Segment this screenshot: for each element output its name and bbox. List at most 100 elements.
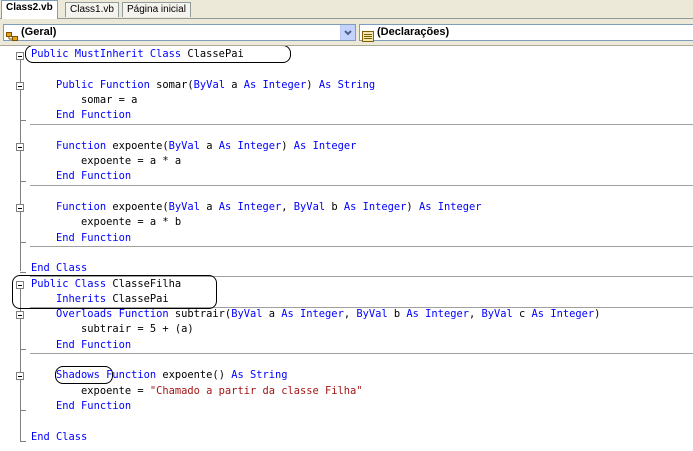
keyword-token: End Function [56,231,132,244]
tab-label: Class1.vb [70,4,114,15]
code-line[interactable]: End Class [31,430,87,445]
code-token: a [206,139,219,152]
collapse-icon[interactable] [16,372,24,380]
code-line[interactable]: Public MustInherit Class ClassePai [31,47,244,62]
code-line[interactable]: Shadows Function expoente() As String [31,368,288,383]
keyword-token: Public Class [31,277,113,290]
code-line[interactable]: Inherits ClassePai [31,292,169,307]
code-token: , [281,201,294,213]
procedure-separator [30,185,693,186]
keyword-token: ByVal [231,308,269,321]
code-token: somar = a [31,93,138,106]
procedure-separator [30,124,693,125]
code-line[interactable]: expoente = a * b [31,215,181,230]
code-token: expoente = a * b [31,216,182,229]
tab-pagina-inicial[interactable]: Página inicial [122,2,191,17]
keyword-token: ByVal [168,139,207,152]
chevron-down-icon[interactable] [340,25,355,40]
keyword-token: Function [56,201,113,213]
keyword-token: End Class [31,430,88,443]
keyword-token: Function [56,139,113,152]
class-icon [6,27,18,41]
code-line[interactable]: Function expoente(ByVal a As Integer) As… [31,139,356,154]
code-line[interactable]: End Function [31,399,131,414]
code-token: ) [306,78,319,91]
code-token: ClassePai [187,48,244,60]
keyword-token: As Integer [281,308,344,321]
code-line[interactable]: End Function [31,338,131,353]
collapse-icon[interactable] [16,204,24,212]
collapse-icon[interactable] [16,52,24,60]
outline-end-marker [20,410,26,411]
keyword-token: As Integer [218,139,282,152]
code-token: c [519,308,532,321]
collapse-icon[interactable] [16,82,24,90]
keyword-token: Shadows [56,369,107,382]
outline-end-marker [20,242,26,243]
outline-end-marker [20,272,26,273]
method-name-dropdown-label: (Declarações) [377,26,450,38]
code-token: expoente( [112,201,169,213]
keyword-token: As String [231,369,288,382]
keyword-token: End Function [56,399,132,412]
keyword-token: As Integer [218,201,282,213]
tab-class1-vb[interactable]: Class1.vb [65,2,119,17]
code-line[interactable]: somar = a [31,93,137,108]
keyword-token: As Integer [343,201,407,213]
collapse-icon[interactable] [16,143,24,151]
code-line[interactable]: expoente = "Chamado a partir da classe F… [31,384,363,399]
code-token: a [206,201,219,213]
code-token: b [331,201,344,213]
procedure-separator [30,353,693,354]
tab-label: Página inicial [127,4,186,15]
keyword-token: ByVal [168,201,207,213]
code-line[interactable]: expoente = a * a [31,154,181,169]
code-editor[interactable]: Public MustInherit Class ClassePai Publi… [0,46,693,451]
code-line[interactable]: End Class [31,261,87,276]
procedure-separator [30,246,693,247]
code-token: expoente( [112,139,169,152]
method-name-dropdown[interactable]: (Declarações) [359,24,693,42]
keyword-token: End Function [56,170,132,183]
navigation-bar: (Geral) (Declarações) [0,19,693,46]
document-tab-strip: Class2.vb Class1.vb Página inicial [0,0,693,19]
keyword-token: As Integer [243,78,307,91]
code-token: ClasseFilha [112,277,182,290]
code-line[interactable]: Overloads Function subtrair(ByVal a As I… [31,307,600,322]
outline-end-marker [20,441,26,442]
code-token: ) [281,139,294,152]
keyword-token: ByVal [356,308,394,321]
code-line[interactable]: Function expoente(ByVal a As Integer, By… [31,200,482,215]
keyword-token: Public Function [56,78,157,91]
outline-end-marker [20,120,26,121]
code-line[interactable]: subtrair = 5 + (a) [31,322,194,337]
class-name-dropdown[interactable]: (Geral) [3,24,356,41]
outline-line [20,286,21,442]
code-token: ClassePai [112,292,169,305]
keyword-token: ByVal [481,308,520,321]
code-line[interactable]: End Function [31,108,131,123]
keyword-token: As Integer [418,201,482,213]
code-line[interactable]: End Function [31,231,131,246]
tab-class2-vb[interactable]: Class2.vb [1,0,58,19]
keyword-token: End Class [31,262,88,275]
code-token: expoente() [162,369,232,382]
keyword-token: Public MustInherit Class [31,48,188,60]
code-line[interactable]: Public Class ClasseFilha [31,277,181,292]
code-line[interactable]: End Function [31,169,131,184]
code-line[interactable]: Public Function somar(ByVal a As Integer… [31,78,375,93]
outline-end-marker [20,349,26,350]
code-token: ) [594,308,601,321]
collapse-icon[interactable] [16,311,24,319]
